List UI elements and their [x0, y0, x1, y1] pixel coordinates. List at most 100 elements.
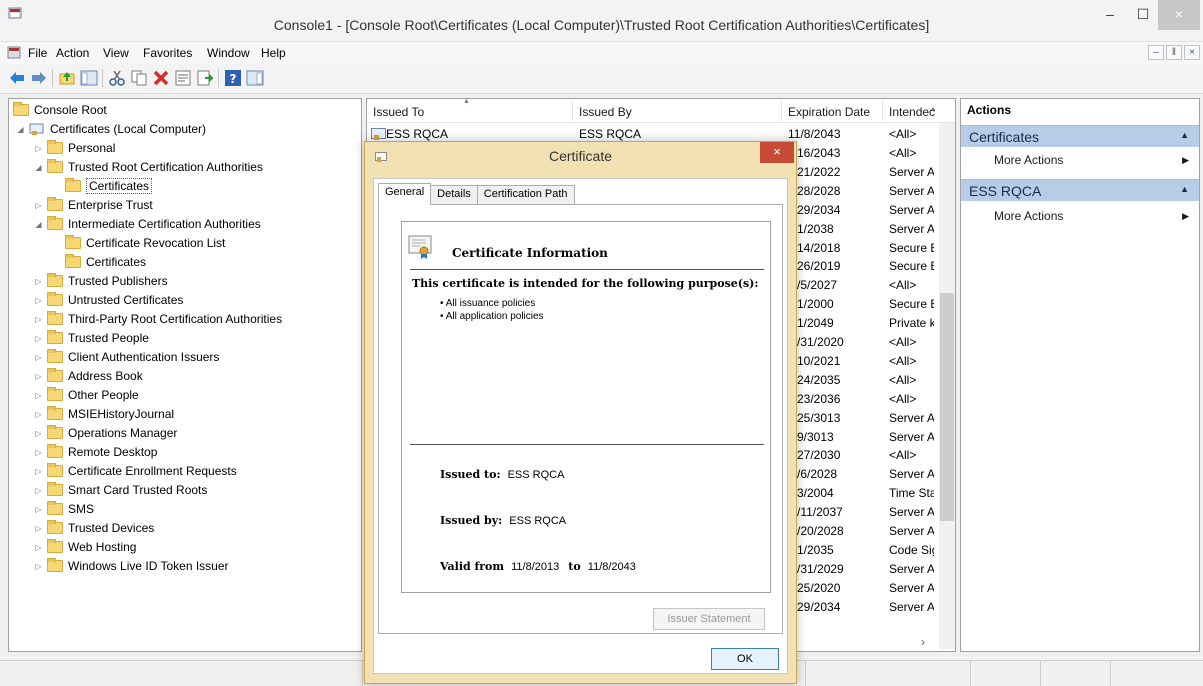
tab-general[interactable]: General	[378, 183, 432, 205]
forward-arrow-icon[interactable]	[30, 69, 48, 87]
mdi-close-button[interactable]: ×	[1184, 45, 1200, 60]
validity-row: Valid from 11/8/2013 to 11/8/2043	[440, 560, 636, 573]
cut-icon[interactable]	[108, 69, 126, 87]
tree-item[interactable]: ▷ Windows Live ID Token Issuer	[33, 557, 229, 575]
expand-icon[interactable]: ▷	[33, 410, 44, 419]
show-hide-action-pane-icon[interactable]	[246, 69, 264, 87]
column-separator[interactable]	[572, 101, 573, 121]
tree-item[interactable]: ▷ Other People	[33, 386, 139, 404]
column-separator[interactable]	[781, 101, 782, 121]
mdi-minimize-button[interactable]: –	[1148, 45, 1164, 60]
expand-icon[interactable]: ▷	[33, 201, 44, 210]
tab-certification-path[interactable]: Certification Path	[476, 185, 575, 204]
tree-item[interactable]: ▷ Web Hosting	[33, 538, 136, 556]
close-button[interactable]: ×	[1158, 0, 1200, 30]
tree-item[interactable]: Certificate Revocation List	[51, 234, 225, 252]
cell-intended-purposes: Time Sta	[889, 486, 934, 501]
collapse-icon[interactable]: ◢	[33, 220, 44, 229]
dialog-close-button[interactable]: ×	[760, 142, 794, 163]
collapse-icon[interactable]: ▲	[1180, 184, 1189, 194]
column-header-issued-by[interactable]: Issued By	[579, 105, 632, 119]
sort-ascending-icon: ▲	[463, 98, 470, 105]
tree-item-label: Third-Party Root Certification Authoriti…	[68, 312, 283, 326]
column-separator[interactable]	[882, 101, 883, 121]
expand-icon[interactable]: ▷	[33, 277, 44, 286]
tree-item[interactable]: Certificates	[51, 253, 146, 271]
copy-icon[interactable]	[130, 69, 148, 87]
more-actions-link[interactable]: More Actions	[994, 209, 1063, 223]
column-header-expiration-date[interactable]: Expiration Date	[788, 105, 870, 119]
tree-item[interactable]: ▷ SMS	[33, 500, 94, 518]
vertical-scrollbar[interactable]	[939, 123, 955, 649]
expand-icon[interactable]: ▷	[33, 296, 44, 305]
tree-item[interactable]: ▷ Enterprise Trust	[33, 196, 153, 214]
help-icon[interactable]: ?	[224, 69, 242, 87]
tree-item[interactable]: ◢ Intermediate Certification Authorities	[33, 215, 261, 233]
tree-item[interactable]: Certificates	[51, 177, 153, 195]
collapse-icon[interactable]: ◢	[15, 125, 26, 134]
cell-intended-purposes: <All>	[889, 448, 917, 463]
tree-item[interactable]: ▷ Trusted Devices	[33, 519, 154, 537]
menu-action[interactable]: Action	[56, 46, 89, 60]
tree-item[interactable]: ▷ Remote Desktop	[33, 443, 157, 461]
tree-item[interactable]: ▷ Client Authentication Issuers	[33, 348, 219, 366]
tree-item[interactable]: ▷ MSIEHistoryJournal	[33, 405, 174, 423]
tree-item[interactable]: ▷ Third-Party Root Certification Authorit…	[33, 310, 282, 328]
menu-window[interactable]: Window	[207, 46, 250, 60]
menu-favorites[interactable]: Favorites	[143, 46, 192, 60]
expand-icon[interactable]: ▷	[33, 562, 44, 571]
collapse-icon[interactable]: ◢	[33, 163, 44, 172]
ok-button[interactable]: OK	[711, 648, 779, 670]
scroll-right-icon[interactable]: ›	[921, 635, 925, 649]
tree-item[interactable]: ▷ Untrusted Certificates	[33, 291, 183, 309]
expand-icon[interactable]: ▷	[33, 467, 44, 476]
tree-item[interactable]: ▷ Smart Card Trusted Roots	[33, 481, 207, 499]
expand-icon[interactable]: ▷	[33, 505, 44, 514]
console-window-icon[interactable]	[7, 46, 21, 59]
menu-view[interactable]: View	[103, 46, 129, 60]
back-arrow-icon[interactable]	[8, 69, 26, 87]
collapse-icon[interactable]: ▲	[1180, 130, 1189, 140]
more-actions-link[interactable]: More Actions	[994, 153, 1063, 167]
tree-item[interactable]: ▷ Certificate Enrollment Requests	[33, 462, 237, 480]
tree-item[interactable]: ▷ Address Book	[33, 367, 143, 385]
menu-help[interactable]: Help	[261, 46, 286, 60]
tree-item[interactable]: ▷ Operations Manager	[33, 424, 177, 442]
expand-icon[interactable]: ▷	[33, 448, 44, 457]
scrollbar-thumb[interactable]	[940, 293, 954, 521]
menu-file[interactable]: File	[28, 46, 47, 60]
tree-item[interactable]: ▷ Trusted People	[33, 329, 149, 347]
export-list-icon[interactable]	[196, 69, 214, 87]
column-header-issued-to[interactable]: Issued To	[373, 105, 424, 119]
expand-icon[interactable]: ▷	[33, 315, 44, 324]
expand-icon[interactable]: ▷	[33, 353, 44, 362]
maximize-button[interactable]: ☐	[1128, 0, 1158, 30]
expand-icon[interactable]: ▷	[33, 524, 44, 533]
show-hide-console-tree-icon[interactable]	[80, 69, 98, 87]
column-header-intended-purposes[interactable]: Intendec	[889, 105, 935, 119]
actions-section-ess-rqca[interactable]: ESS RQCA ▲	[961, 179, 1199, 201]
delete-icon[interactable]	[152, 69, 170, 87]
tree-item[interactable]: ◢ Certificates (Local Computer)	[15, 120, 206, 138]
divider	[410, 444, 764, 445]
expand-icon[interactable]: ▷	[33, 486, 44, 495]
actions-pane: Actions Certificates ▲ More Actions ▶ ES…	[960, 98, 1200, 652]
mdi-restore-button[interactable]: ǁ	[1166, 45, 1182, 60]
expand-icon[interactable]: ▷	[33, 429, 44, 438]
properties-icon[interactable]	[174, 69, 192, 87]
tree-item-console-root[interactable]: Console Root	[13, 101, 107, 119]
up-folder-icon[interactable]	[58, 69, 76, 87]
tab-details[interactable]: Details	[430, 185, 478, 204]
expand-icon[interactable]: ▷	[33, 372, 44, 381]
scroll-up-icon[interactable]: ^	[931, 106, 935, 116]
expand-icon[interactable]: ▷	[33, 391, 44, 400]
actions-section-certificates[interactable]: Certificates ▲	[961, 125, 1199, 147]
expand-icon[interactable]: ▷	[33, 144, 44, 153]
minimize-button[interactable]: –	[1095, 0, 1125, 30]
tree-item[interactable]: ▷ Trusted Publishers	[33, 272, 168, 290]
issuer-statement-button[interactable]: Issuer Statement	[653, 608, 765, 630]
tree-item[interactable]: ▷ Personal	[33, 139, 115, 157]
expand-icon[interactable]: ▷	[33, 334, 44, 343]
expand-icon[interactable]: ▷	[33, 543, 44, 552]
tree-item[interactable]: ◢ Trusted Root Certification Authorities	[33, 158, 263, 176]
